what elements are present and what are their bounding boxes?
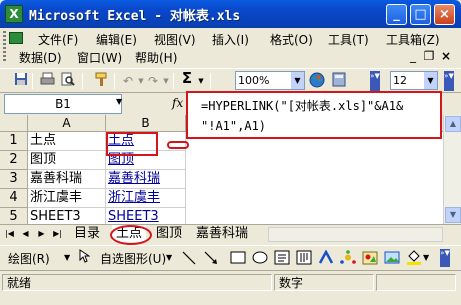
status-mode: 数字 [274,274,374,291]
menu-format[interactable]: 格式(O) [268,30,315,49]
menu-grip[interactable] [3,31,6,63]
row-header-5[interactable]: 5 [0,208,28,224]
menu-help[interactable]: 帮助(H) [133,48,179,67]
name-box-dropdown-icon[interactable]: ▼ [116,97,122,106]
fill-color-icon[interactable] [406,250,422,268]
menu-view[interactable]: 视图(V) [152,30,198,49]
status-bar: 就绪 数字 [0,270,461,305]
line-tool-icon[interactable] [182,251,196,268]
menu-toolbox[interactable]: 工具箱(Z) [384,30,442,49]
status-extra [376,274,456,291]
cell-a5[interactable]: SHEET3 [28,208,106,224]
arrow-tool-icon[interactable] [204,251,218,268]
column-header-a[interactable]: A [28,115,106,132]
formula-line-2: "!A1",A1) [201,119,267,133]
rectangle-tool-icon[interactable] [230,251,246,267]
title-bar: X Microsoft Excel - 对帐表.xls _ □ × [0,0,461,28]
drawing-toolbar-options-icon[interactable]: »▼ [440,249,450,267]
vertical-textbox-icon[interactable] [296,250,312,268]
cell-a2[interactable]: 图顶 [28,151,106,170]
scroll-up-icon[interactable]: ▲ [445,116,461,132]
status-ready: 就绪 [2,274,272,291]
maximize-button[interactable]: □ [410,4,431,25]
column-header-b[interactable]: B [106,115,186,132]
font-size-combo[interactable]: 12 ▼ [390,71,438,90]
row-header-2[interactable]: 2 [0,151,28,170]
clipart-icon[interactable] [362,250,378,268]
cell-b3-link[interactable]: 嘉善科瑞 [106,170,186,189]
name-box-value: B1 [55,97,71,111]
last-sheet-icon[interactable]: ▶| [51,227,64,241]
toolbar-options-2-icon[interactable]: »▼ [444,71,454,91]
minimize-button[interactable]: _ [386,4,407,25]
save-icon[interactable] [12,72,30,90]
sheet-tab-index[interactable]: 目录 [70,225,104,242]
row-header-1[interactable]: 1 [0,132,28,151]
first-sheet-icon[interactable]: |◀ [3,227,16,241]
doc-minimize-button[interactable]: _ [406,49,420,63]
close-button[interactable]: × [434,4,455,25]
horizontal-scrollbar[interactable] [268,227,443,242]
menu-edit[interactable]: 编辑(E) [94,30,139,49]
menu-file[interactable]: 文件(F) [36,30,80,49]
diagram-icon[interactable] [340,250,356,268]
textbox-tool-icon[interactable] [274,250,290,268]
autosum-dropdown-icon[interactable]: ▼ [192,72,210,90]
excel-app-icon[interactable]: X [5,5,23,23]
row-header-3[interactable]: 3 [0,170,28,189]
format-painter-icon[interactable] [92,72,110,90]
cell-a3[interactable]: 嘉善科瑞 [28,170,106,189]
calculator-icon[interactable] [330,72,348,90]
print-icon[interactable] [38,72,56,90]
help-globe-icon[interactable] [308,72,326,90]
drawing-toolbar: 绘图(R) ▼ 自选图形(U) ▼ ▼ »▼ [0,245,461,269]
menu-window[interactable]: 窗口(W) [75,48,124,67]
cell-b5-link[interactable]: SHEET3 [106,208,186,224]
callout-connector [167,141,189,149]
wordart-icon[interactable] [318,249,334,268]
row-header-4[interactable]: 4 [0,189,28,208]
fill-color-dropdown-icon[interactable]: ▼ [423,253,429,262]
print-preview-icon[interactable] [58,72,76,90]
zoom-combo[interactable]: 100% ▼ [235,71,305,90]
font-size-dropdown-icon[interactable]: ▼ [424,72,437,89]
workbook-icon[interactable] [9,32,23,44]
zoom-dropdown-icon[interactable]: ▼ [291,72,304,89]
window-title: Microsoft Excel - 对帐表.xls [29,8,241,24]
draw-menu-button[interactable]: 绘图(R) [8,250,50,267]
doc-restore-button[interactable]: ❐ [422,49,436,63]
sheet-tab-4[interactable]: 嘉善科瑞 [192,225,252,242]
select-objects-icon[interactable] [78,249,91,266]
draw-menu-dropdown-icon[interactable]: ▼ [64,253,70,262]
menu-insert[interactable]: 插入(I) [210,30,251,49]
zoom-value: 100% [238,74,270,87]
scroll-down-icon[interactable]: ▼ [445,207,461,223]
font-size-value: 12 [393,74,407,87]
select-all-corner[interactable] [0,115,28,132]
menu-tools[interactable]: 工具(T) [326,30,371,49]
formula-line-1: =HYPERLINK("[对帐表.xls]"&A1& [201,99,404,113]
formula-callout: =HYPERLINK("[对帐表.xls]"&A1& "!A1",A1) [186,91,442,139]
active-tab-highlight [110,225,152,245]
cell-b4-link[interactable]: 浙江虞丰 [106,189,186,208]
insert-picture-icon[interactable] [384,250,400,268]
standard-toolbar: ↶ ▼ ↷ ▼ Σ ▼ 100% ▼ »▼ 12 ▼ »▼ [0,68,461,93]
prev-sheet-icon[interactable]: ◀ [19,227,32,241]
name-box[interactable]: B1 [4,94,122,114]
doc-close-button[interactable]: × [439,49,453,63]
autoshapes-dropdown-icon[interactable]: ▼ [166,253,172,262]
toolbar-options-icon[interactable]: »▼ [370,71,380,91]
next-sheet-icon[interactable]: ▶ [35,227,48,241]
autoshapes-menu-button[interactable]: 自选图形(U) [100,250,166,267]
fx-icon[interactable]: fx [172,96,183,110]
menu-bar: 文件(F) 编辑(E) 视图(V) 插入(I) 格式(O) 工具(T) 工具箱(… [0,28,461,68]
oval-tool-icon[interactable] [252,251,268,267]
cell-highlight-box [106,132,158,156]
cell-a1[interactable]: 土点 [28,132,106,151]
menu-data[interactable]: 数据(D) [17,48,64,67]
vertical-scrollbar[interactable]: ▲ ▼ [443,115,461,224]
sheet-tab-3[interactable]: 图顶 [152,225,186,242]
cell-a4[interactable]: 浙江虞丰 [28,189,106,208]
